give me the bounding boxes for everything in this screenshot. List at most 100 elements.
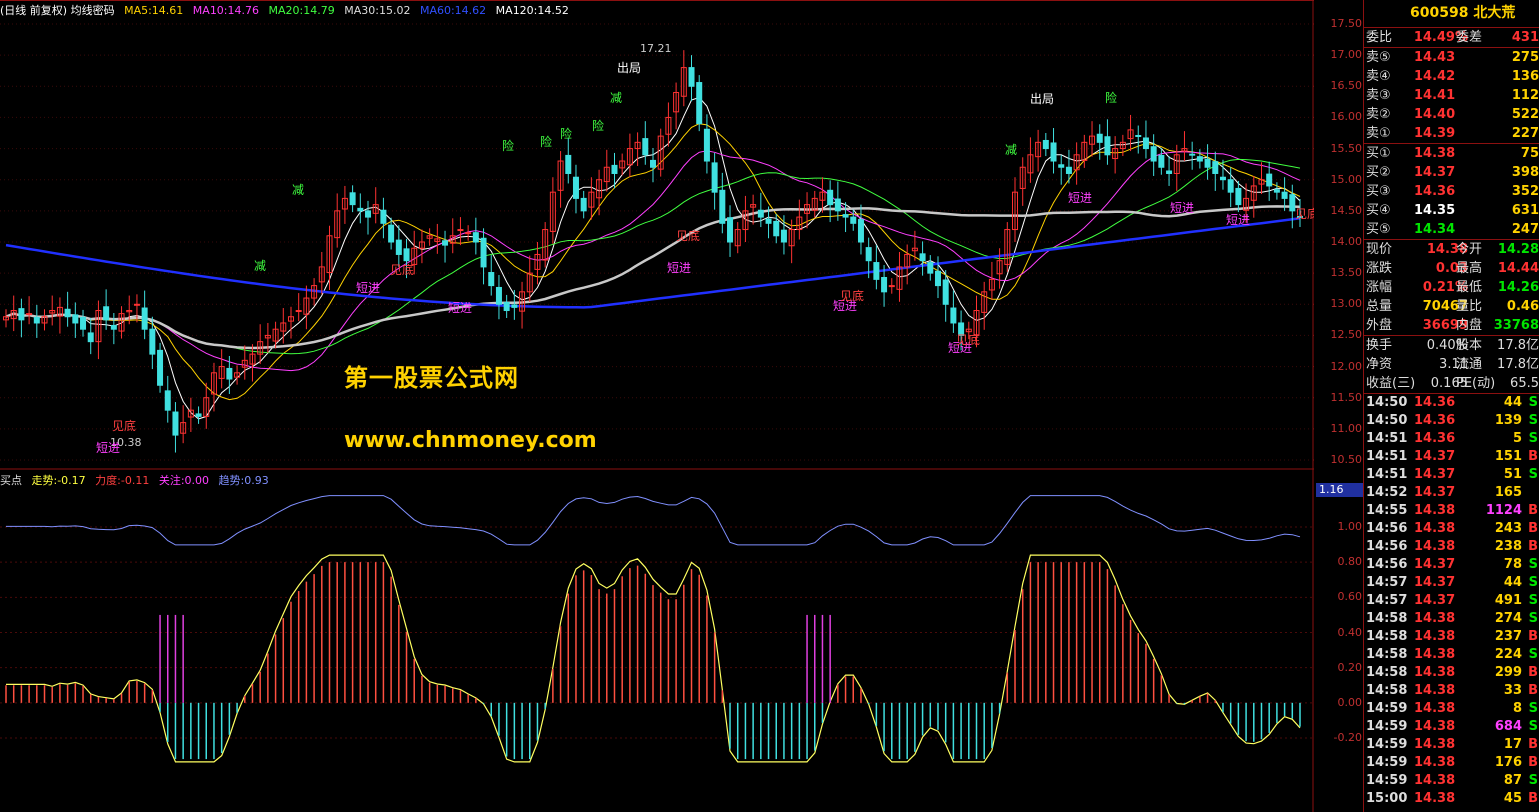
trade-side: S [1528,431,1538,446]
trade-time: 14:51 [1366,449,1408,464]
candle-body [465,232,472,235]
trade-row: 14:55 14.38 1124 B [1364,502,1539,520]
indicator-tick-label: 0.00 [1337,695,1363,709]
trade-volume: 78 [1503,557,1522,572]
kline-chart-area[interactable]: 17.21 10.38 出局 出局险险险险险减减减减短进 短进 短进 短进 短进 短进 短进 短进短… [0,0,1314,812]
trade-price: 14.37 [1414,485,1456,500]
trade-volume: 165 [1494,485,1522,500]
trade-time: 14:55 [1366,503,1408,518]
candle-body [773,220,780,237]
trade-row: 14:56 14.38 243 B [1364,520,1539,538]
candle-body [1104,136,1111,156]
candle-body [1142,137,1149,150]
fundamental-row: 换手 0.40% 股本 17.8亿 [1364,336,1539,355]
order-level-label: 卖④ [1366,69,1391,84]
candle-body [357,207,364,212]
trade-time: 14:51 [1366,431,1408,446]
trade-time: 14:58 [1366,629,1408,644]
order-volume: 522 [1511,107,1539,122]
trade-time: 14:57 [1366,593,1408,608]
ma5-label: MA5:14.61 [124,4,184,17]
stock-header: 600598 北大荒 [1364,0,1539,28]
trade-row: 14:58 14.38 224 S [1364,646,1539,664]
candle-body [711,162,718,193]
candle-body [1227,179,1234,193]
price-tick-label: 11.00 [1330,421,1363,435]
stat-label: 现价 [1366,242,1393,257]
trade-time: 14:56 [1366,521,1408,536]
stat-label: 最低 [1456,280,1483,295]
buy-order-row: 买③ 14.36 352 [1364,182,1539,201]
tick-trades-list[interactable]: 14:50 14.36 44 S 14:50 14.36 139 S 14:51 14.36 5 S 1… [1364,394,1539,808]
candle-body [827,189,834,206]
risk-signal-label: 险 [540,134,552,149]
candle-body [580,197,587,212]
price-tick-label: 14.50 [1330,203,1363,217]
price-tick-label: 15.00 [1330,172,1363,186]
candle-body [1065,166,1072,174]
candle-body [64,308,71,318]
price-stats: 现价 14.38 今开 14.28 涨跌 0.03 最高 14.44 涨幅 0.21% 最低 14.2… [1364,240,1539,336]
trade-price: 14.37 [1414,593,1456,608]
trade-row: 14:59 14.38 176 B [1364,754,1539,772]
candle-body [103,306,110,321]
reduce-signal-label: 减 [292,183,304,197]
indicator-force: 力度:-0.11 [95,474,150,487]
indicator-tick-label: 0.40 [1337,625,1363,639]
candle-body [1281,191,1288,199]
quote-panel: 600598 北大荒 委比 14.49% 委差 431 卖⑤ 14.43 275 卖④… [1363,0,1539,812]
trade-price: 14.38 [1414,647,1456,662]
stat-label: 净资 [1366,357,1393,372]
trade-side: B [1528,737,1538,752]
trade-price: 14.36 [1414,431,1456,446]
ma10-label: MA10:14.76 [192,4,260,17]
candle-body [226,367,233,380]
price-tick-label: 13.50 [1330,266,1363,280]
candle-body [1042,139,1049,150]
main-chart-header: (日线 前复权) 均线密码 MA5:14.61 MA10:14.76 MA20:… [0,2,575,17]
candle-body [295,310,302,313]
reduce-signal-label: 减 [610,91,622,105]
weibi-label: 委比 [1366,30,1393,45]
candle-body [727,217,734,243]
candle-body [1058,164,1065,168]
price-tick-label: 15.50 [1330,141,1363,155]
chart-canvas[interactable]: 17.2110.38出局出局险 险险险险减减减减短进短进短进短进短进短进短进短进短… [0,0,1314,812]
short-entry-label: 短进 [1226,213,1250,227]
order-price: 14.39 [1414,126,1456,141]
candle-body [33,316,40,324]
trade-price: 14.38 [1414,611,1456,626]
candle-body [403,248,410,262]
order-level-label: 卖② [1366,107,1391,122]
stat-label: PE(动) [1456,376,1496,391]
trade-volume: 44 [1503,395,1522,410]
order-level-label: 买① [1366,146,1391,161]
candle-body [395,239,402,255]
trade-volume: 45 [1503,791,1522,806]
candle-body [72,314,79,324]
trade-time: 14:59 [1366,701,1408,716]
bottom-signal-label: 见底 [676,228,700,243]
sell-order-row: 卖① 14.39 227 [1364,124,1539,143]
order-price: 14.36 [1414,184,1456,199]
candle-body [141,307,148,330]
trade-side: B [1528,539,1538,554]
trade-row: 14:58 14.38 299 B [1364,664,1539,682]
exit-signal-label: 出局 [1030,92,1054,106]
indicator-focus: 关注:0.00 [158,474,210,487]
candle-body [834,198,841,212]
trade-price: 14.38 [1414,701,1456,716]
candle-body [1196,156,1203,162]
trade-side: S [1528,773,1538,788]
stat-row: 外盘 36699 内盘 33768 [1364,316,1539,335]
trade-row: 14:58 14.38 237 B [1364,628,1539,646]
order-price: 14.42 [1414,69,1456,84]
candle-body [495,286,502,305]
trade-time: 14:58 [1366,647,1408,662]
candle-body [365,210,372,218]
order-level-label: 卖⑤ [1366,50,1391,65]
trade-volume: 51 [1503,467,1522,482]
candle-body [888,285,895,288]
indicator-tick-label: -0.20 [1333,731,1362,744]
candle-body [611,164,618,174]
